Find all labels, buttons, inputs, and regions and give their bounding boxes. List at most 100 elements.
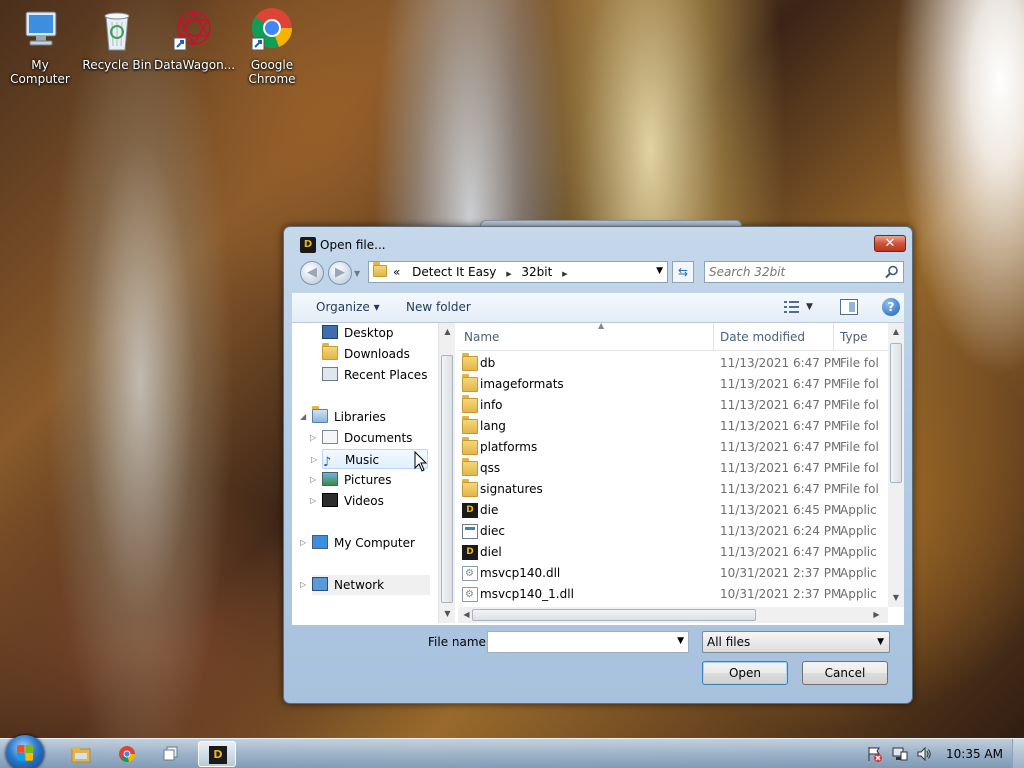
file-type: File fol [840,398,879,412]
file-row-imageformats[interactable]: imageformats 11/13/2021 6:47 PM File fol [458,374,888,395]
file-row-platforms[interactable]: platforms 11/13/2021 6:47 PM File fol [458,437,888,458]
nav-item-recent-places[interactable]: Recent Places [322,365,427,385]
desktop-icon-my-computer[interactable]: My Computer [0,6,80,86]
scrollbar-thumb[interactable] [890,343,902,483]
documents-icon [322,430,338,444]
desktop-icon [322,325,338,339]
expand-triangle-icon[interactable]: ▷ [310,470,316,490]
folder-icon [462,458,478,476]
file-date-modified: 11/13/2021 6:47 PM [720,398,842,412]
expand-triangle-icon[interactable]: ▷ [310,491,316,511]
taskbar-switch-windows[interactable] [152,741,190,767]
scroll-right-icon[interactable]: ▶ [868,610,885,619]
expand-triangle-icon[interactable]: ▷ [311,450,317,470]
file-row-qss[interactable]: qss 11/13/2021 6:47 PM File fol [458,458,888,479]
desktop-icon-google-chrome[interactable]: Google Chrome [232,6,312,86]
dialog-titlebar[interactable]: D Open file... ✕ [284,227,912,259]
nav-item-music[interactable]: ▷ ♪ Music [311,449,428,470]
recent-locations-dropdown[interactable]: ▼ [354,269,360,278]
file-name-combo[interactable]: ▼ [487,631,689,653]
desktop-icon-recycle-bin[interactable]: Recycle Bin [77,6,157,72]
chevron-down-icon[interactable]: ▼ [677,636,684,646]
file-name: msvcp140.dll [480,566,561,580]
show-desktop-button[interactable] [1012,739,1024,768]
dll-file-icon [462,587,478,602]
action-center-icon[interactable] [866,746,882,762]
breadcrumb-chevron-icon[interactable]: ▶ [562,270,567,278]
search-icon[interactable] [885,265,899,279]
expand-triangle-icon[interactable]: ▷ [300,575,306,595]
file-row-msvcp140-dll[interactable]: msvcp140.dll 10/31/2021 2:37 PMApplic [458,563,888,584]
address-dropdown-icon[interactable]: ▼ [656,266,663,276]
breadcrumb-overflow[interactable]: « [393,265,400,279]
file-row-db[interactable]: db 11/13/2021 6:47 PM File fol [458,353,888,374]
nav-item-downloads[interactable]: Downloads [322,343,410,364]
close-button[interactable]: ✕ [874,235,906,252]
preview-pane-icon[interactable] [840,299,858,315]
nav-item-network[interactable]: ▷ Network [300,575,430,595]
die-app-icon: D [300,237,316,253]
column-header-name[interactable]: Name [458,323,714,351]
view-list-icon[interactable] [784,300,800,314]
search-box[interactable] [704,261,904,283]
scroll-down-icon[interactable]: ▼ [888,593,904,602]
taskbar-explorer[interactable] [62,741,100,767]
system-clock[interactable]: 10:35 AM [946,747,1003,761]
file-row-signatures[interactable]: signatures 11/13/2021 6:47 PM File fol [458,479,888,500]
desktop-icon-datawagon[interactable]: DataWagon... [154,6,235,72]
nav-label: Documents [344,431,413,445]
file-name: signatures [480,482,543,496]
scrollbar-thumb[interactable] [441,355,453,603]
scroll-down-icon[interactable]: ▼ [439,609,456,618]
refresh-button[interactable]: ⇆ [672,261,694,283]
network-status-icon[interactable] [892,746,908,762]
cancel-button[interactable]: Cancel [802,661,888,685]
nav-item-documents[interactable]: ▷ Documents [310,428,413,448]
file-row-msvcp140-1-dll[interactable]: msvcp140_1.dll 10/31/2021 2:37 PMApplic [458,584,888,605]
taskbar-chrome[interactable] [108,741,146,767]
breadcrumb-chevron-icon[interactable]: ▶ [506,270,511,278]
start-button[interactable] [6,735,44,768]
expanded-triangle-icon[interactable]: ◢ [300,407,306,427]
volume-icon[interactable] [916,746,932,762]
file-list-horizontal-scrollbar[interactable]: ◀ ▶ [458,607,888,623]
address-bar[interactable]: « Detect It Easy ▶ 32bit ▶ ▼ [368,261,668,283]
file-row-lang[interactable]: lang 11/13/2021 6:47 PM File fol [458,416,888,437]
column-header-type[interactable]: Type [834,323,888,351]
recent-places-icon [322,367,338,381]
search-input[interactable] [709,264,879,280]
scroll-up-icon[interactable]: ▲ [439,327,456,336]
breadcrumb-item-32bit[interactable]: 32bit [521,265,552,279]
organize-button[interactable]: Organize ▾ [316,300,380,314]
breadcrumb-item-detect-it-easy[interactable]: Detect It Easy [412,265,496,279]
desktop-icon-label: Recycle Bin [82,58,152,72]
nav-item-pictures[interactable]: ▷ Pictures [310,470,392,490]
back-button[interactable]: ◀ [300,261,324,285]
taskbar-detect-it-easy[interactable]: D [198,741,236,767]
expand-triangle-icon[interactable]: ▷ [300,533,306,553]
expand-triangle-icon[interactable]: ▷ [310,428,316,448]
column-header-date-modified[interactable]: Date modified [714,323,834,351]
nav-label: Recent Places [344,368,428,382]
file-row-diel[interactable]: Ddiel 11/13/2021 6:47 PM Applic [458,542,888,563]
scrollbar-thumb[interactable] [472,609,756,621]
scroll-up-icon[interactable]: ▲ [888,327,904,336]
file-type-select[interactable]: All files ▼ [702,631,890,653]
file-name-input[interactable] [491,634,667,650]
forward-button[interactable]: ▶ [328,261,352,285]
file-row-diec[interactable]: diec 11/13/2021 6:24 PM Applic [458,521,888,542]
file-row-info[interactable]: info 11/13/2021 6:47 PM File fol [458,395,888,416]
view-dropdown-icon[interactable]: ▼ [806,302,813,312]
nav-item-my-computer[interactable]: ▷ My Computer [300,533,415,553]
nav-item-libraries[interactable]: ◢ Libraries [300,406,386,427]
file-row-die[interactable]: Ddie 11/13/2021 6:45 PM Applic [458,500,888,521]
help-icon[interactable]: ? [882,298,900,316]
nav-item-videos[interactable]: ▷ Videos [310,491,384,511]
nav-item-desktop[interactable]: Desktop [322,323,394,343]
navigation-scrollbar[interactable]: ▲ ▼ [438,323,455,623]
new-folder-button[interactable]: New folder [406,300,471,314]
open-button[interactable]: Open [702,661,788,685]
nav-label: My Computer [334,536,415,550]
nav-label: Pictures [344,473,392,487]
file-list-vertical-scrollbar[interactable]: ▲ ▼ [888,323,904,607]
